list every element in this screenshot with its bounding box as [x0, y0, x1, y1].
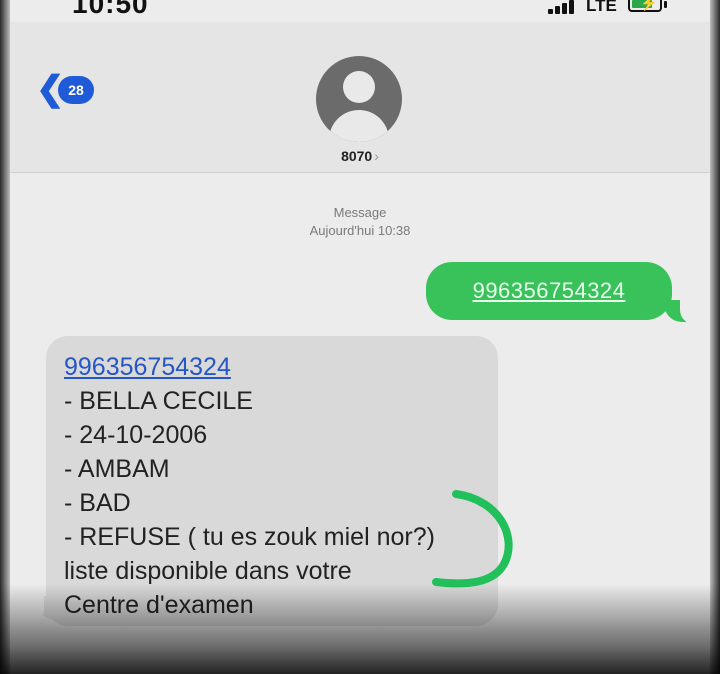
battery-icon: ⚡ [628, 0, 662, 12]
message-line: - 24-10-2006 [64, 421, 208, 449]
conversation-header: ❮ 28 8070 › [10, 22, 710, 173]
contact-name[interactable]: 8070 › [10, 148, 710, 164]
status-time: 10:50 [72, 0, 149, 19]
incoming-message-link[interactable]: 996356754324 [64, 353, 231, 381]
message-line: - AMBAM [64, 455, 170, 483]
chevron-right-icon: › [374, 148, 379, 164]
message-line: - BELLA CECILE [64, 387, 253, 415]
battery-tip [664, 1, 667, 8]
green-highlight-annotation [432, 490, 513, 588]
signal-icon [548, 0, 576, 14]
message-line: liste disponible dans votre [64, 557, 352, 585]
outgoing-message-link[interactable]: 996356754324 [473, 278, 626, 303]
message-line: - BAD [64, 489, 131, 517]
contact-name-label: 8070 [341, 148, 373, 164]
message-line: Centre d'examen [64, 591, 254, 619]
timestamp-label: Aujourd'hui 10:38 [309, 223, 411, 238]
screen-edge-right [710, 0, 720, 674]
back-button[interactable]: ❮ 28 [36, 70, 116, 110]
message-line: - REFUSE ( tu es zouk miel nor?) [64, 523, 435, 551]
thread-meta: Message Aujourd'hui 10:38 [10, 204, 710, 240]
service-label: Message [333, 205, 387, 220]
outgoing-message-bubble[interactable]: 996356754324 [426, 262, 672, 320]
unread-badge: 28 [58, 76, 94, 104]
status-bar: 10:50 LTE ⚡ [0, 0, 720, 22]
contact-avatar-icon[interactable] [316, 56, 402, 142]
network-label: LTE [586, 0, 617, 15]
screen-edge-left [0, 0, 10, 674]
messages-screen: 10:50 LTE ⚡ ❮ 28 8070 › Message Aujourd'h… [0, 0, 720, 674]
